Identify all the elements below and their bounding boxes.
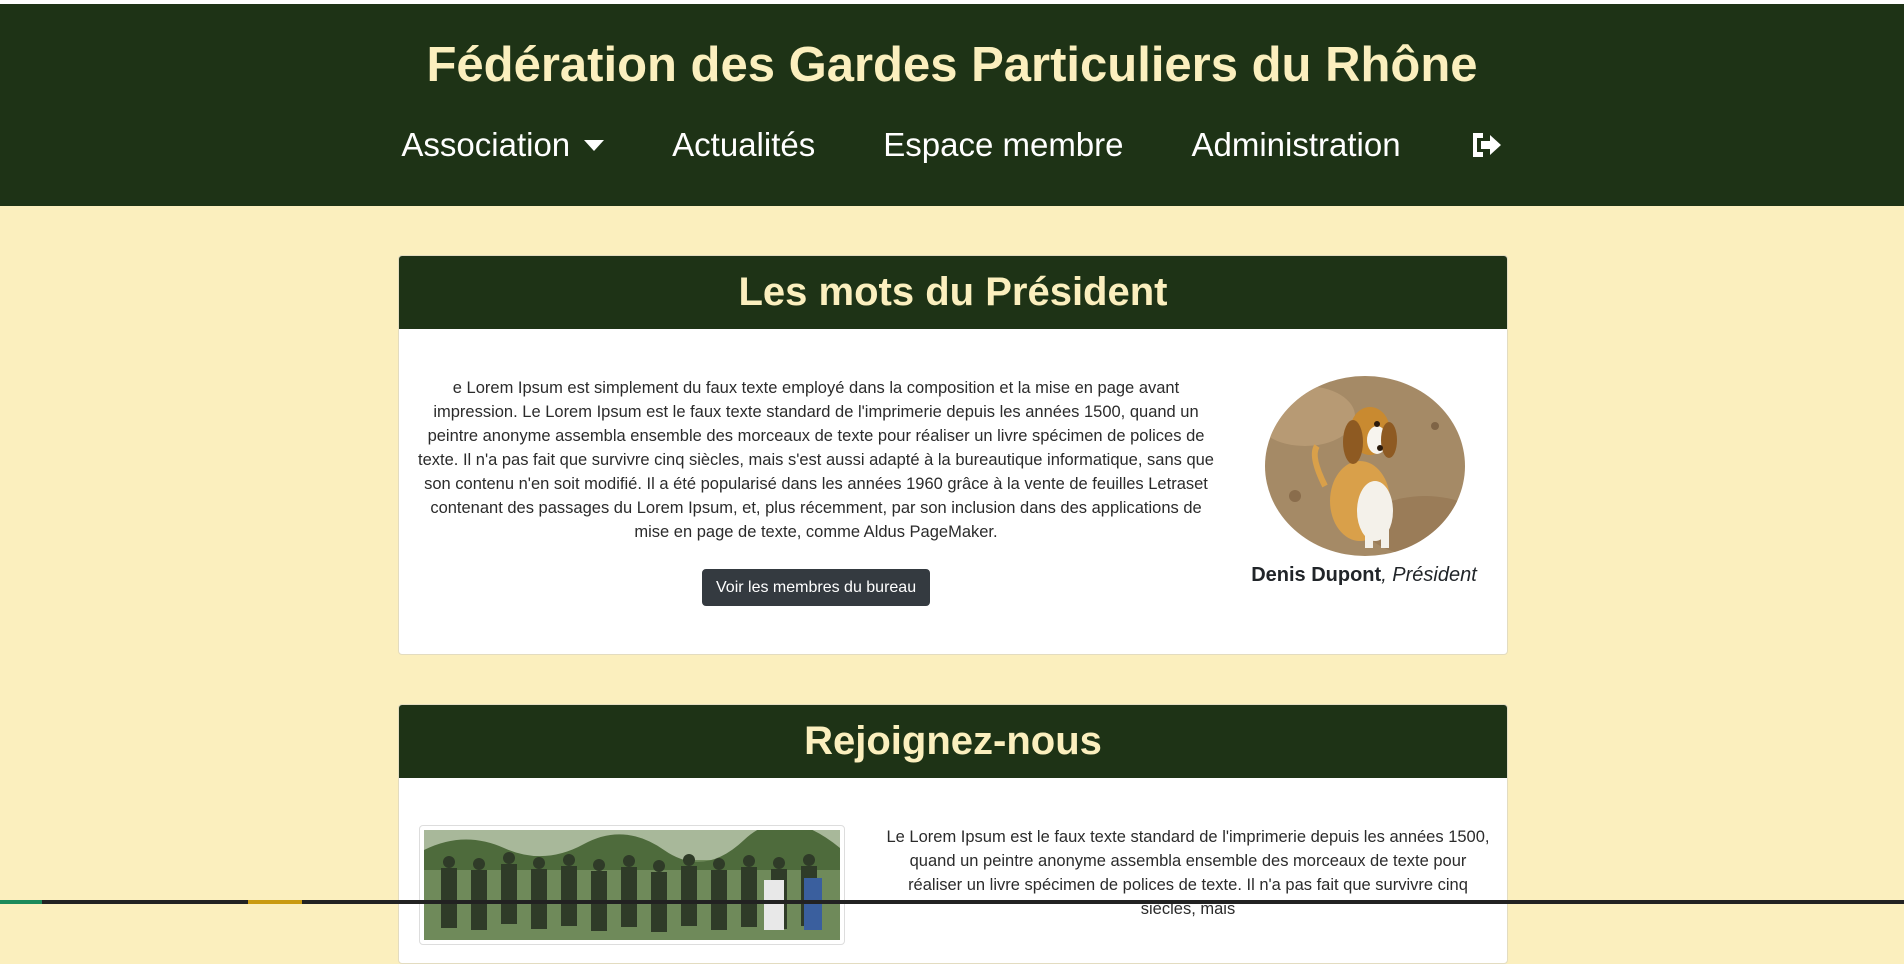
president-section-heading: Les mots du Président — [399, 256, 1507, 329]
site-header: Fédération des Gardes Particuliers du Rh… — [0, 4, 1904, 206]
nav-item-actualites[interactable]: Actualités — [638, 122, 849, 168]
join-section-heading: Rejoignez-nous — [399, 705, 1507, 778]
taskbar-indicator — [248, 900, 302, 904]
group-photo — [424, 830, 840, 940]
group-photo-frame — [419, 825, 845, 945]
nav-item-association[interactable]: Association — [367, 122, 638, 168]
nav-item-label: Administration — [1191, 126, 1401, 163]
taskbar-indicator — [0, 900, 42, 904]
president-message: e Lorem Ipsum est simplement du faux tex… — [418, 379, 1214, 541]
president-caption: Denis Dupont, Président — [1219, 564, 1507, 587]
caret-down-icon — [584, 139, 605, 151]
president-role: , Président — [1381, 564, 1477, 586]
main-nav: Association Actualités Espace membre Adm… — [0, 122, 1904, 168]
nav-item-espace-membre[interactable]: Espace membre — [849, 122, 1157, 168]
join-text: Le Lorem Ipsum est le faux texte standar… — [886, 828, 1490, 918]
site-title: Fédération des Gardes Particuliers du Rh… — [426, 38, 1478, 92]
president-name: Denis Dupont — [1251, 564, 1382, 586]
nav-item-label: Espace membre — [883, 126, 1124, 163]
nav-item-label: Actualités — [672, 126, 816, 163]
bottom-taskbar-strip — [0, 900, 1904, 904]
sign-out-icon[interactable] — [1435, 122, 1537, 168]
president-card: Les mots du Président e Lorem Ipsum est … — [398, 255, 1508, 655]
view-bureau-members-button[interactable]: Voir les membres du bureau — [702, 569, 931, 606]
join-card: Rejoignez-nous Le Lorem Ipsum est le fau… — [398, 704, 1508, 964]
nav-item-administration[interactable]: Administration — [1158, 122, 1435, 168]
nav-item-label: Association — [401, 126, 571, 163]
president-photo — [1265, 376, 1465, 556]
